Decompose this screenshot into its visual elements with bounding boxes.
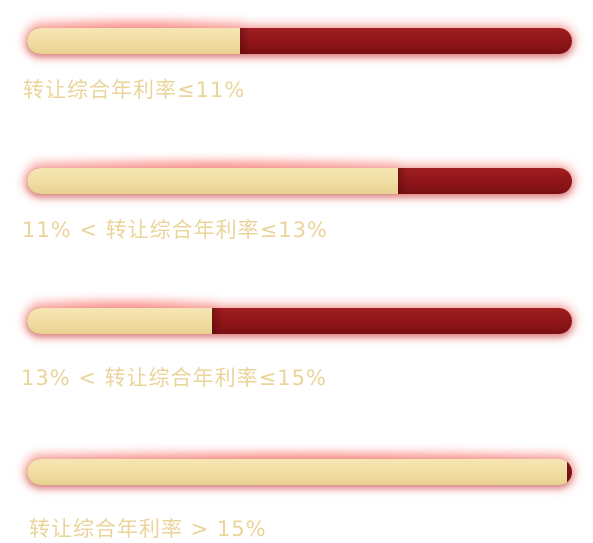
rate-label-2: 11% < 转让综合年利率≤13%: [22, 218, 328, 242]
progress-bar-1: [27, 28, 572, 54]
progress-bar-4: [27, 459, 572, 485]
rate-label-1: 转让综合年利率≤11%: [23, 78, 246, 102]
progress-bar-3: [27, 308, 572, 334]
progress-fill-2: [27, 168, 408, 194]
progress-bar-2: [27, 168, 572, 194]
progress-fill-4: [27, 459, 572, 485]
rate-label-3: 13% < 转让综合年利率≤15%: [21, 366, 327, 390]
progress-fill-3: [27, 308, 223, 334]
progress-fill-1: [27, 28, 250, 54]
